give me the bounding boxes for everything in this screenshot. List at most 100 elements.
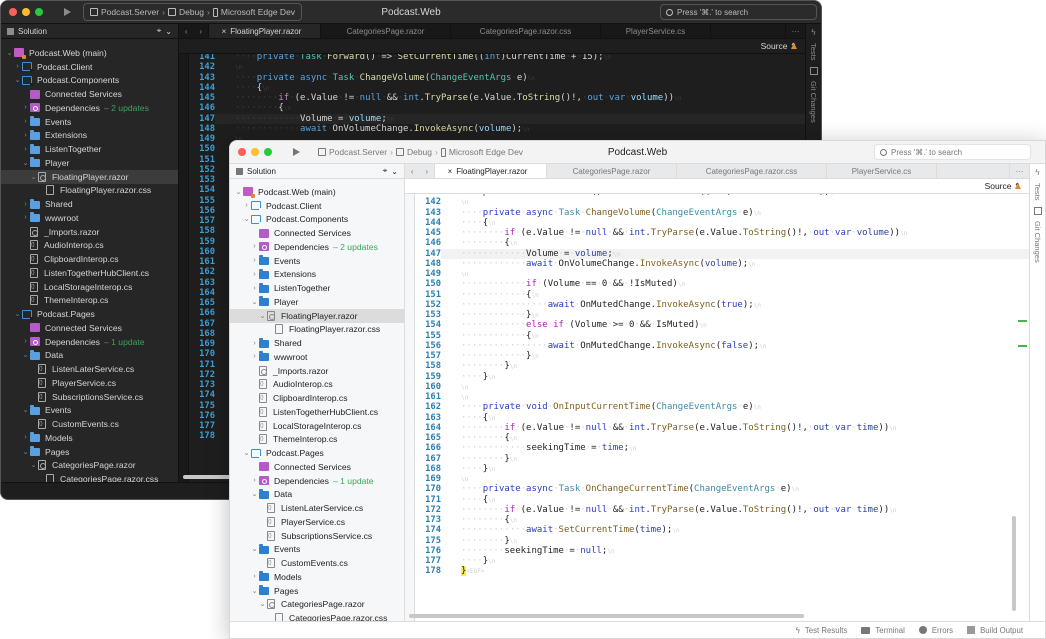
chevron-right-icon[interactable]: › [21, 214, 30, 221]
tree-item[interactable]: CategoriesPage.razor.css [1, 472, 178, 482]
code-text[interactable]: ············else·if·(Volume·>=·0·&&·IsMu… [441, 320, 1029, 330]
code-text[interactable]: ········if·(e.Value·!=·null·&&·int.TryPa… [441, 505, 1029, 515]
code-line[interactable]: 168····} [415, 464, 1029, 474]
code-text[interactable] [441, 269, 1029, 279]
code-text[interactable]: ············await·SetCurrentTime(time); [441, 525, 1029, 535]
tree-item[interactable]: ⌄ Podcast.Components [1, 74, 178, 88]
chevron-right-icon[interactable]: › [21, 118, 30, 125]
chevron-down-icon[interactable]: ⌄ [258, 600, 267, 608]
tree-item[interactable]: › Extensions [1, 129, 178, 143]
chevron-down-icon[interactable]: ⌄ [242, 215, 251, 223]
code-line[interactable]: 158········} [415, 361, 1029, 371]
run-device[interactable]: Microsoft Edge Dev [449, 147, 523, 157]
code-line[interactable]: 166············seekingTime·=·time; [415, 443, 1029, 453]
code-line[interactable]: 174············await·SetCurrentTime(time… [415, 525, 1029, 535]
code-text[interactable]: ········} [441, 454, 1029, 464]
back-icon[interactable]: ‹ [185, 27, 188, 36]
tree-item[interactable]: › Dependencies – 1 update [1, 335, 178, 349]
tree-item[interactable]: ⌄ Pages [1, 445, 178, 459]
more-tabs-button[interactable]: ··· [1009, 164, 1029, 178]
run-project[interactable]: Podcast.Server [101, 7, 159, 17]
code-line[interactable]: 175········} [415, 536, 1029, 546]
code-line[interactable]: 150············if·(Volume·==·0·&&·!IsMut… [415, 279, 1029, 289]
chevron-down-icon[interactable]: ⌄ [242, 449, 251, 457]
minimize-window-button[interactable] [22, 8, 30, 16]
tree-item[interactable]: › Shared [230, 336, 404, 350]
chevron-right-icon[interactable]: › [21, 146, 30, 153]
chevron-down-icon[interactable]: ⌄ [13, 76, 22, 84]
tab-categoriespage-razor-css[interactable]: CategoriesPage.razor.css [451, 24, 601, 38]
tree-item[interactable]: › Models [1, 431, 178, 445]
tree-item[interactable]: ClipboardInterop.cs [230, 391, 404, 405]
tree-item[interactable]: ListenTogetherHubClient.cs [1, 266, 178, 280]
code-text[interactable]: ············} [441, 351, 1029, 361]
code-line[interactable]: 149 [415, 269, 1029, 279]
tree-item[interactable]: SubscriptionsService.cs [1, 390, 178, 404]
code-line[interactable]: 157············} [415, 351, 1029, 361]
code-line[interactable]: 164········if·(e.Value·!=·null·&&·int.Tr… [415, 423, 1029, 433]
code-text[interactable]: ········seekingTime·=·null; [441, 546, 1029, 556]
chevron-down-icon[interactable]: ⌄ [234, 188, 243, 196]
code-text[interactable] [441, 474, 1029, 484]
chevron-right-icon[interactable]: › [242, 202, 251, 209]
chevron-right-icon[interactable]: › [250, 243, 259, 250]
code-line[interactable]: 155············{ [415, 331, 1029, 341]
search-input[interactable]: Press '⌘.' to search [660, 4, 817, 20]
minimize-window-button[interactable] [251, 148, 259, 156]
tree-item[interactable]: SubscriptionsService.cs [230, 529, 404, 543]
code-text[interactable]: ········if·(e.Value·!=·null·&&·int.TryPa… [215, 93, 805, 103]
tree-item[interactable]: CategoriesPage.razor.css [230, 611, 404, 621]
tree-item[interactable]: LocalStorageInterop.cs [1, 280, 178, 294]
chevron-right-icon[interactable]: › [21, 104, 30, 111]
tab-playerservice-cs[interactable]: PlayerService.cs [601, 24, 711, 38]
tree-item[interactable]: ⌄ Data [230, 488, 404, 502]
tree-item[interactable]: › Dependencies – 1 update [230, 474, 404, 488]
tree-item[interactable]: › Shared [1, 197, 178, 211]
code-text[interactable]: ····} [441, 556, 1029, 566]
tree-item[interactable]: ListenLaterService.cs [230, 501, 404, 515]
code-line[interactable]: 170····private·async·Task·OnChangeCurren… [415, 484, 1029, 494]
tree-item[interactable]: ListenTogetherHubClient.cs [230, 405, 404, 419]
code-lines[interactable]: 141····private·Task·Forward()·=>·SetCurr… [415, 194, 1029, 621]
chevron-down-icon[interactable]: ⌄ [250, 545, 259, 553]
code-editor[interactable]: 141····private·Task·Forward()·=>·SetCurr… [405, 194, 1029, 621]
chevron-right-icon[interactable]: › [21, 201, 30, 208]
code-line[interactable]: 152················await·OnMutedChange.I… [415, 300, 1029, 310]
tree-item[interactable]: ⌄ Player [1, 156, 178, 170]
git-changes-panel-tab[interactable]: Git Changes [809, 81, 818, 123]
code-line[interactable]: 156················await·OnMutedChange.I… [415, 341, 1029, 351]
tree-item[interactable]: ⌄ Podcast.Web (main) [230, 185, 404, 199]
tree-item[interactable]: › Podcast.Client [1, 60, 178, 74]
pin-icon[interactable]: ⌖ [157, 26, 162, 36]
run-configuration[interactable]: Debug [179, 7, 204, 17]
code-text[interactable]: ················await·OnMutedChange.Invo… [441, 341, 1029, 351]
tree-item[interactable]: ⌄ Events [230, 543, 404, 557]
chevron-down-icon[interactable]: ⌄ [165, 27, 172, 36]
tab-floatingplayer-razor[interactable]: × FloatingPlayer.razor [209, 24, 321, 38]
code-line[interactable]: 171····{ [415, 495, 1029, 505]
tree-item[interactable]: _Imports.razor [1, 225, 178, 239]
tree-item[interactable]: › Events [1, 115, 178, 129]
tree-item[interactable]: AudioInterop.cs [1, 239, 178, 253]
chevron-right-icon[interactable]: › [250, 353, 259, 360]
code-line[interactable]: 143 ····private·async·Task·ChangeVolume(C… [189, 73, 805, 83]
git-changes-panel-tab[interactable]: Git Changes [1033, 221, 1042, 263]
tests-panel-tab[interactable]: Tests [1033, 183, 1042, 201]
chevron-right-icon[interactable]: › [250, 573, 259, 580]
chevron-right-icon[interactable]: › [250, 285, 259, 292]
code-text[interactable]: ········{ [441, 433, 1029, 443]
chevron-right-icon[interactable]: › [250, 477, 259, 484]
tree-item[interactable]: ⌄ Player [230, 295, 404, 309]
tree-item[interactable]: CustomEvents.cs [1, 417, 178, 431]
code-text[interactable]: ····{ [441, 218, 1029, 228]
code-text[interactable]: ····private·async·Task·ChangeVolume(Chan… [441, 208, 1029, 218]
tree-item[interactable]: › Dependencies – 2 updates [230, 240, 404, 254]
chevron-right-icon[interactable]: › [21, 132, 30, 139]
tree-item[interactable]: ⌄ Podcast.Pages [230, 446, 404, 460]
test-results-button[interactable]: ϟ Test Results [796, 626, 848, 635]
code-line[interactable]: 145 ········if·(e.Value·!=·null·&&·int.Tr… [189, 93, 805, 103]
tree-item[interactable]: FloatingPlayer.razor.css [1, 184, 178, 198]
code-line[interactable]: 177····} [415, 556, 1029, 566]
tree-item[interactable]: › Extensions [230, 268, 404, 282]
chevron-down-icon[interactable]: ⌄ [29, 461, 38, 469]
